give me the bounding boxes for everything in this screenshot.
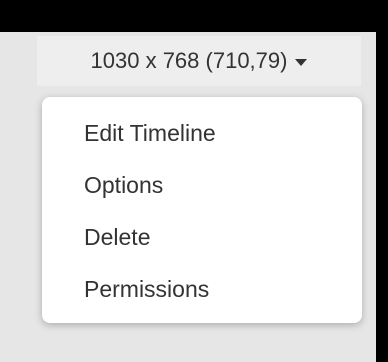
dimensions-label: 1030 x 768 (710,79)	[90, 48, 288, 73]
menu-item-delete[interactable]: Delete	[42, 214, 362, 266]
dimensions-dropdown-button[interactable]: 1030 x 768 (710,79)	[37, 36, 361, 86]
dropdown-menu: Edit Timeline Options Delete Permissions	[42, 97, 362, 323]
menu-item-edit-timeline[interactable]: Edit Timeline	[42, 110, 362, 162]
menu-item-options[interactable]: Options	[42, 162, 362, 214]
top-bar	[0, 0, 388, 32]
caret-down-icon	[295, 58, 308, 66]
right-edge	[376, 32, 388, 362]
menu-item-permissions[interactable]: Permissions	[42, 266, 362, 318]
